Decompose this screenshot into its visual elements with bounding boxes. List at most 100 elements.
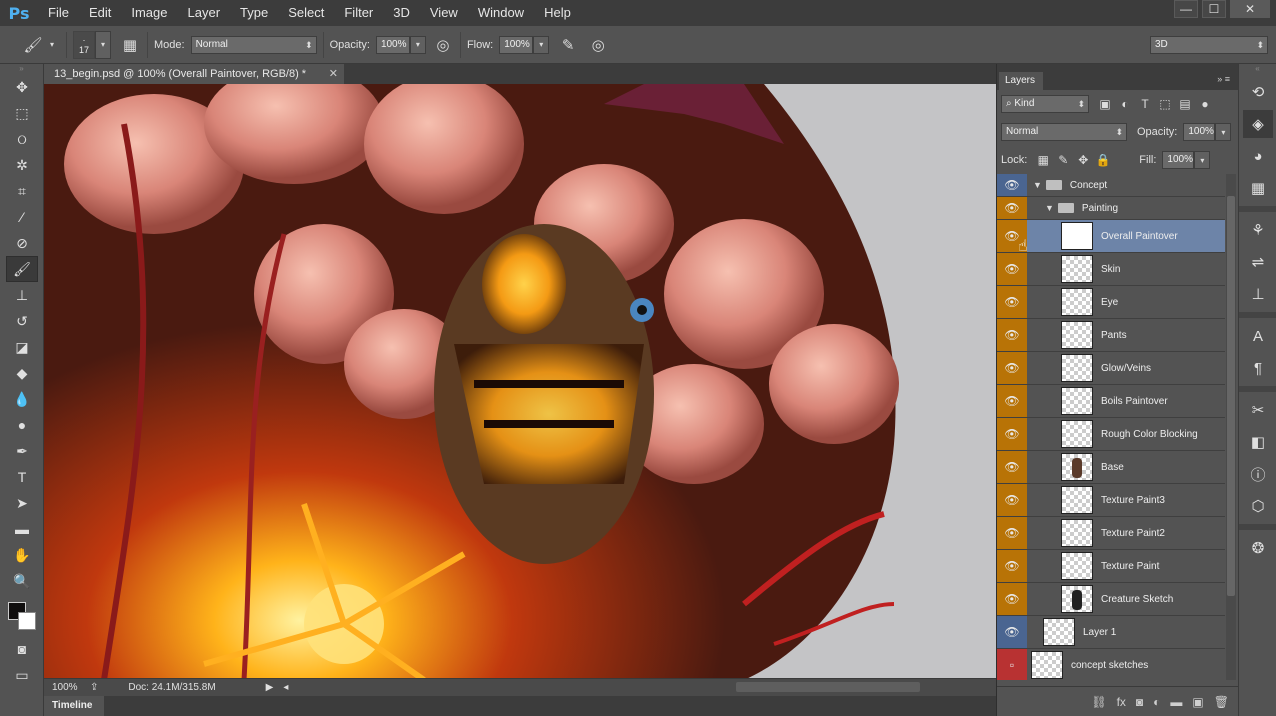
brush-presets-icon[interactable]: ⇌ bbox=[1243, 248, 1273, 276]
marquee-tool-icon[interactable]: ⬚ bbox=[6, 100, 38, 126]
eyedropper-tool-icon[interactable]: ⁄ bbox=[6, 204, 38, 230]
maximize-button[interactable]: ☐ bbox=[1202, 0, 1226, 18]
layer-opacity-field[interactable]: 100% bbox=[1183, 123, 1216, 141]
expand-triangle-icon[interactable]: ▼ bbox=[1045, 203, 1054, 213]
close-button[interactable]: ✕ bbox=[1230, 0, 1270, 18]
document-tab[interactable]: 13_begin.psd @ 100% (Overall Paintover, … bbox=[44, 64, 344, 84]
pen-tool-icon[interactable]: ✒ bbox=[6, 438, 38, 464]
flow-dropdown[interactable]: ▾ bbox=[533, 35, 550, 54]
visibility-off-icon[interactable]: ▫ bbox=[997, 649, 1027, 680]
blend-mode-dropdown[interactable]: Normal bbox=[1001, 123, 1127, 141]
scrollbar-thumb[interactable] bbox=[1227, 196, 1235, 596]
opacity-dropdown[interactable]: ▾ bbox=[409, 35, 426, 54]
path-selection-tool-icon[interactable]: ➤ bbox=[6, 490, 38, 516]
history-panel-icon[interactable]: ⟲ bbox=[1243, 78, 1273, 106]
airbrush-icon[interactable]: ✎ bbox=[557, 34, 579, 56]
layer-row[interactable]: 👁 Overall Paintover bbox=[997, 220, 1225, 253]
layer-row[interactable]: 👁 Creature Sketch bbox=[997, 583, 1225, 616]
filter-toggle-icon[interactable]: ● bbox=[1195, 95, 1215, 113]
dock-grip-icon[interactable]: « bbox=[1239, 64, 1276, 74]
healing-brush-tool-icon[interactable]: ⊘ bbox=[6, 230, 38, 256]
brush-panel-toggle-icon[interactable]: ▦ bbox=[119, 34, 141, 56]
filter-kind-dropdown[interactable]: ⌕ Kind bbox=[1001, 95, 1089, 113]
layer-row[interactable]: 👁 Base bbox=[997, 451, 1225, 484]
libraries-icon[interactable]: ❂ bbox=[1243, 534, 1273, 562]
brush-panel-icon[interactable]: ⚘ bbox=[1243, 216, 1273, 244]
expand-triangle-icon[interactable]: ▼ bbox=[1033, 180, 1042, 190]
brush-tool-icon[interactable]: 🖌 bbox=[6, 256, 38, 282]
menu-view[interactable]: View bbox=[420, 0, 468, 26]
layers-panel-icon[interactable]: ◈ bbox=[1243, 110, 1273, 138]
fill-field[interactable]: 100% bbox=[1162, 151, 1195, 169]
delete-layer-icon[interactable]: 🗑 bbox=[1214, 695, 1229, 709]
menu-file[interactable]: File bbox=[38, 0, 79, 26]
clone-stamp-tool-icon[interactable]: ⊥ bbox=[6, 282, 38, 308]
background-color-swatch[interactable] bbox=[18, 612, 36, 630]
new-layer-icon[interactable]: ▣ bbox=[1192, 695, 1203, 709]
filter-type-icon[interactable]: T bbox=[1135, 95, 1155, 113]
properties-icon[interactable]: ◧ bbox=[1243, 428, 1273, 456]
menu-type[interactable]: Type bbox=[230, 0, 278, 26]
layers-tab[interactable]: Layers bbox=[999, 72, 1043, 90]
layer-opacity-dropdown[interactable]: ▾ bbox=[1215, 123, 1232, 141]
paint-bucket-tool-icon[interactable]: ◆ bbox=[6, 360, 38, 386]
menu-help[interactable]: Help bbox=[534, 0, 581, 26]
tool-presets-icon[interactable]: ✂ bbox=[1243, 396, 1273, 424]
close-tab-icon[interactable]: ✕ bbox=[329, 64, 338, 84]
opacity-field[interactable]: 100% bbox=[375, 35, 410, 54]
layer-row[interactable]: 👁 Glow/Veins bbox=[997, 352, 1225, 385]
lock-transparent-icon[interactable]: ▦ bbox=[1033, 151, 1053, 169]
eye-icon[interactable]: 👁 bbox=[997, 616, 1027, 648]
layer-row[interactable]: 👁 Rough Color Blocking bbox=[997, 418, 1225, 451]
eraser-tool-icon[interactable]: ◪ bbox=[6, 334, 38, 360]
layer-row[interactable]: ▫ concept sketches bbox=[997, 649, 1225, 680]
tool-preset-dropdown[interactable]: ▾ bbox=[44, 36, 60, 54]
brush-preset-picker[interactable]: · 17 bbox=[73, 30, 95, 59]
layer-row[interactable]: 👁 Skin bbox=[997, 253, 1225, 286]
quick-mask-icon[interactable]: ◙ bbox=[6, 636, 38, 662]
color-panel-icon[interactable]: ◕ bbox=[1243, 142, 1273, 170]
layer-row[interactable]: 👁 Pants bbox=[997, 319, 1225, 352]
eye-icon[interactable]: 👁 bbox=[997, 253, 1027, 285]
panel-menu-icon[interactable]: » ≡ bbox=[1217, 74, 1230, 84]
lock-position-icon[interactable]: ✥ bbox=[1073, 151, 1093, 169]
scroll-left-icon[interactable]: ◂ bbox=[283, 682, 288, 693]
paragraph-panel-icon[interactable]: ¶ bbox=[1243, 354, 1273, 382]
timeline-tab[interactable]: Timeline bbox=[44, 696, 104, 716]
info-panel-icon[interactable]: ⓘ bbox=[1243, 460, 1273, 488]
lock-all-icon[interactable]: 🔒 bbox=[1093, 151, 1113, 169]
layers-scrollbar[interactable] bbox=[1226, 174, 1236, 680]
minimize-button[interactable]: — bbox=[1174, 0, 1198, 18]
menu-layer[interactable]: Layer bbox=[178, 0, 231, 26]
eye-icon[interactable]: 👁 bbox=[997, 484, 1027, 516]
lasso-tool-icon[interactable]: ଠ bbox=[6, 126, 38, 152]
zoom-tool-icon[interactable]: 🔍 bbox=[6, 568, 38, 594]
menu-select[interactable]: Select bbox=[278, 0, 334, 26]
filter-shape-icon[interactable]: ⬚ bbox=[1155, 95, 1175, 113]
pressure-size-icon[interactable]: ◎ bbox=[587, 34, 609, 56]
3d-panel-icon[interactable]: ⬡ bbox=[1243, 492, 1273, 520]
filter-smart-object-icon[interactable]: ▤ bbox=[1175, 95, 1195, 113]
menu-filter[interactable]: Filter bbox=[334, 0, 383, 26]
history-brush-tool-icon[interactable]: ↺ bbox=[6, 308, 38, 334]
flow-field[interactable]: 100% bbox=[499, 35, 534, 54]
blur-tool-icon[interactable]: 💧 bbox=[6, 386, 38, 412]
menu-3d[interactable]: 3D bbox=[383, 0, 420, 26]
workspace-dropdown[interactable]: 3D bbox=[1150, 36, 1268, 54]
layer-group-painting[interactable]: 👁 ▼ Painting bbox=[997, 197, 1225, 220]
layer-row[interactable]: 👁 Eye bbox=[997, 286, 1225, 319]
eye-icon[interactable]: 👁 bbox=[997, 583, 1027, 615]
layer-row[interactable]: 👁 Layer 1 bbox=[997, 616, 1225, 649]
menu-edit[interactable]: Edit bbox=[79, 0, 121, 26]
pressure-opacity-icon[interactable]: ◎ bbox=[432, 34, 454, 56]
eye-icon[interactable]: 👁 bbox=[997, 197, 1027, 219]
eye-icon[interactable]: 👁 bbox=[997, 418, 1027, 450]
hand-tool-icon[interactable]: ✋ bbox=[6, 542, 38, 568]
dodge-tool-icon[interactable]: ● bbox=[6, 412, 38, 438]
link-layers-icon[interactable]: ⛓ bbox=[1091, 695, 1106, 709]
eye-icon[interactable]: 👁 bbox=[997, 550, 1027, 582]
menu-image[interactable]: Image bbox=[121, 0, 177, 26]
eye-icon[interactable]: 👁 bbox=[997, 352, 1027, 384]
zoom-level[interactable]: 100% bbox=[44, 682, 84, 693]
swatches-panel-icon[interactable]: ▦ bbox=[1243, 174, 1273, 202]
